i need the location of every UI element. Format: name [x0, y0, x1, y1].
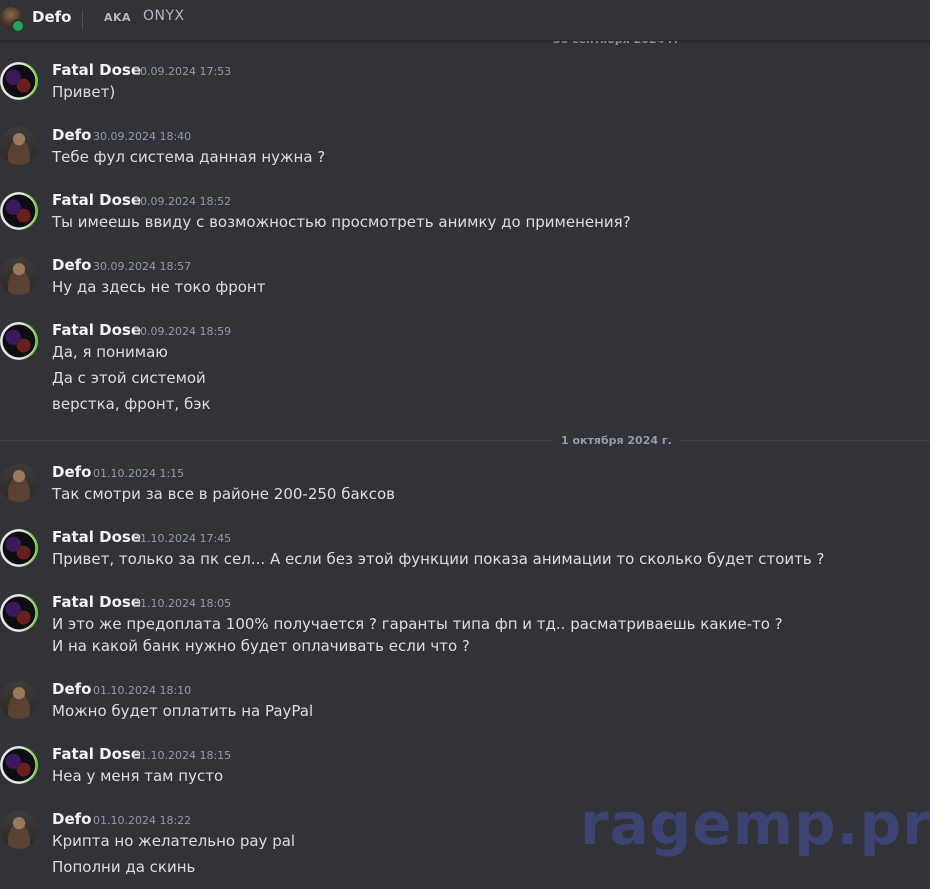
- avatar[interactable]: [0, 62, 38, 100]
- message-author[interactable]: Defo: [52, 680, 91, 698]
- avatar[interactable]: [0, 192, 38, 230]
- channel-title[interactable]: Defo: [32, 8, 71, 26]
- avatar[interactable]: [0, 594, 38, 632]
- message-author[interactable]: Defo: [52, 126, 91, 144]
- message-text: И это же предоплата 100% получается ? га…: [52, 615, 783, 633]
- avatar[interactable]: [0, 811, 38, 849]
- message-text: Ты имеешь ввиду с возможностью просмотре…: [52, 213, 631, 231]
- date-divider: [0, 440, 930, 441]
- avatar[interactable]: [0, 746, 38, 784]
- message-text: Так смотри за все в районе 200-250 баксо…: [52, 485, 395, 503]
- message-timestamp: 30.09.2024 17:53: [133, 65, 232, 78]
- message-author[interactable]: Fatal Dose: [52, 191, 141, 209]
- header-divider: [82, 10, 83, 30]
- message-author[interactable]: Defo: [52, 256, 91, 274]
- channel-header: Defo AKA ONYX: [0, 0, 930, 41]
- message-timestamp: 30.09.2024 18:40: [93, 130, 192, 143]
- message-author[interactable]: Defo: [52, 810, 91, 828]
- message-timestamp: 01.10.2024 18:05: [133, 597, 232, 610]
- message-text: верстка, фронт, бэк: [52, 395, 211, 413]
- message-text: Привет, только за пк сел... А если без э…: [52, 550, 825, 568]
- message-author[interactable]: Fatal Dose: [52, 593, 141, 611]
- message-timestamp: 30.09.2024 18:59: [133, 325, 232, 338]
- aka-name: ONYX: [143, 8, 185, 24]
- message-author[interactable]: Fatal Dose: [52, 61, 141, 79]
- aka-badge: AKA: [104, 11, 132, 24]
- avatar[interactable]: [0, 529, 38, 567]
- message-timestamp: 30.09.2024 18:57: [93, 260, 192, 273]
- message-timestamp: 01.10.2024 18:15: [133, 749, 232, 762]
- message-author[interactable]: Fatal Dose: [52, 745, 141, 763]
- watermark: ragemp.pro: [580, 790, 930, 858]
- message-author[interactable]: Defo: [52, 463, 91, 481]
- message-text: Крипта но желательно pay pal: [52, 832, 296, 850]
- message-text: Ну да здесь не токо фронт: [52, 278, 266, 296]
- avatar[interactable]: [0, 322, 38, 360]
- message-timestamp: 01.10.2024 18:10: [93, 684, 192, 697]
- message-text: Неа у меня там пусто: [52, 767, 224, 785]
- message-text: И на какой банк нужно будет оплачивать е…: [52, 637, 470, 655]
- avatar[interactable]: [0, 257, 38, 295]
- message-timestamp: 01.10.2024 1:15: [93, 467, 185, 480]
- avatar[interactable]: [0, 681, 38, 719]
- message-text: Привет): [52, 83, 116, 101]
- date-divider-label: 1 октября 2024 г.: [553, 434, 680, 447]
- message-text: Можно будет оплатить на PayPal: [52, 702, 314, 720]
- message-text: Тебе фул система данная нужна ?: [52, 148, 326, 166]
- message-text: Да, я понимаю: [52, 343, 168, 361]
- message-timestamp: 30.09.2024 18:52: [133, 195, 232, 208]
- message-text: Пополни да скинь: [52, 858, 196, 876]
- message-timestamp: 01.10.2024 17:45: [133, 532, 232, 545]
- avatar[interactable]: [0, 127, 38, 165]
- avatar[interactable]: [0, 464, 38, 502]
- message-author[interactable]: Fatal Dose: [52, 528, 141, 546]
- online-status-icon: [11, 19, 25, 33]
- message-author[interactable]: Fatal Dose: [52, 321, 141, 339]
- message-timestamp: 01.10.2024 18:22: [93, 814, 192, 827]
- message-text: Да с этой системой: [52, 369, 206, 387]
